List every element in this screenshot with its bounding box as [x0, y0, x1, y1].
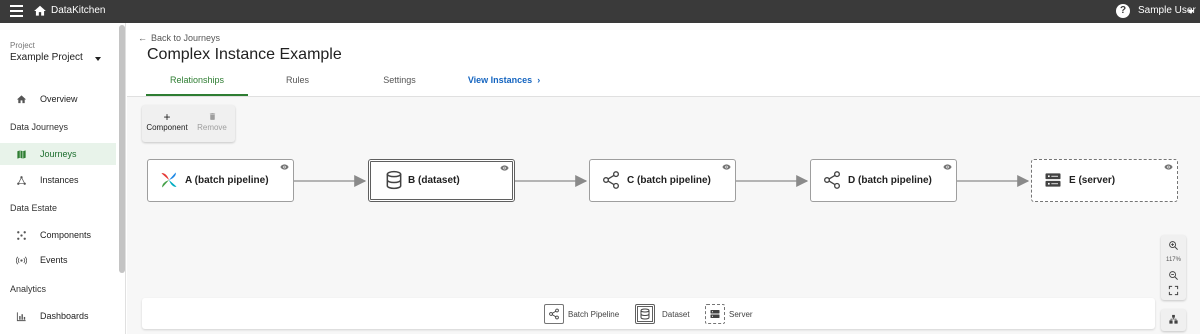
home-icon[interactable] [33, 4, 47, 18]
database-icon [386, 170, 402, 190]
node-label: A (batch pipeline) [185, 175, 269, 186]
server-icon [710, 310, 720, 318]
tab-view-instances[interactable]: View Instances › [459, 75, 549, 95]
eye-icon[interactable] [1164, 164, 1173, 170]
remove-button[interactable]: Remove [190, 111, 234, 132]
help-icon[interactable]: ? [1116, 4, 1130, 18]
instances-icon [17, 176, 26, 185]
view-instances-label: View Instances [467, 75, 533, 85]
components-icon [17, 231, 26, 240]
map-icon [17, 150, 26, 159]
section-data-estate: Data Estate [10, 203, 58, 213]
project-caret-icon[interactable] [95, 57, 101, 61]
sidebar-item-label: Journeys [40, 149, 77, 159]
graph-node-c[interactable]: C (batch pipeline) [589, 159, 736, 202]
legend-dataset-box [635, 304, 655, 324]
zoom-in-icon[interactable] [1168, 240, 1179, 251]
legend-label: Server [729, 310, 753, 319]
sidebar-item-label: Overview [40, 94, 78, 104]
graph-node-a[interactable]: A (batch pipeline) [147, 159, 294, 202]
legend-label: Dataset [662, 310, 690, 319]
node-label: D (batch pipeline) [848, 175, 932, 186]
zoom-out-icon[interactable] [1168, 270, 1179, 281]
eye-icon[interactable] [943, 164, 952, 170]
graph-node-e[interactable]: E (server) [1031, 159, 1178, 202]
sidebar-scrollbar[interactable] [119, 25, 125, 273]
back-to-journeys-link[interactable]: ← Back to Journeys [138, 33, 220, 43]
sidebar-item-label: Dashboards [40, 311, 89, 321]
section-analytics: Analytics [10, 284, 47, 294]
zoom-level: 117% [1166, 257, 1181, 263]
sidebar: Project Example Project Overview Data Jo… [0, 23, 126, 334]
arrow-left-icon: ← [138, 33, 147, 43]
events-icon [16, 256, 27, 265]
legend: Batch Pipeline Dataset Server [142, 298, 1155, 329]
menu-icon[interactable] [10, 5, 23, 17]
add-component-label: Component [146, 123, 188, 132]
user-caret-icon[interactable] [1188, 10, 1194, 14]
sidebar-item-journeys[interactable]: Journeys [0, 143, 116, 165]
graph-node-b[interactable]: B (dataset) [368, 159, 515, 202]
layout-icon [1169, 314, 1178, 324]
back-label: Back to Journeys [151, 33, 221, 43]
server-icon [1045, 173, 1061, 187]
tab-rules[interactable]: Rules [260, 75, 335, 95]
project-label: Project [10, 41, 35, 50]
section-data-journeys: Data Journeys [10, 122, 69, 132]
page-title: Complex Instance Example [147, 46, 342, 63]
auto-layout-button[interactable] [1161, 309, 1186, 331]
airflow-icon [161, 172, 177, 188]
sidebar-item-dashboards[interactable]: Dashboards [0, 305, 116, 327]
sidebar-item-label: Events [40, 255, 68, 265]
graph-node-d[interactable]: D (batch pipeline) [810, 159, 957, 202]
zoom-controls: 117% [1161, 235, 1186, 300]
eye-icon[interactable] [500, 165, 509, 171]
bar-chart-icon [16, 312, 26, 322]
project-selector[interactable]: Example Project [10, 52, 83, 63]
node-label: E (server) [1069, 175, 1116, 186]
sidebar-item-label: Instances [40, 175, 79, 185]
node-label: C (batch pipeline) [627, 175, 711, 186]
brand-name[interactable]: DataKitchen [51, 5, 105, 16]
chevron-right-icon: › [537, 75, 541, 85]
share-icon [549, 308, 559, 320]
add-component-button[interactable]: + Component [145, 111, 189, 132]
home-icon [16, 95, 27, 104]
legend-server-box [705, 304, 725, 324]
top-bar: DataKitchen ? Sample User [0, 0, 1200, 23]
trash-icon [209, 113, 215, 120]
fit-screen-icon[interactable] [1168, 285, 1179, 296]
canvas-toolbar: + Component Remove [142, 105, 235, 142]
legend-batch-pipeline-box [544, 304, 564, 324]
node-label: B (dataset) [408, 175, 460, 186]
legend-label: Batch Pipeline [568, 310, 620, 319]
sidebar-item-instances[interactable]: Instances [0, 169, 116, 191]
share-icon [603, 171, 619, 189]
tab-relationships[interactable]: Relationships [146, 75, 248, 95]
remove-label: Remove [197, 123, 227, 132]
sidebar-item-overview[interactable]: Overview [0, 88, 116, 110]
plus-icon: + [163, 110, 171, 124]
sidebar-item-label: Components [40, 230, 92, 240]
tab-settings[interactable]: Settings [362, 75, 437, 95]
database-icon [640, 308, 650, 320]
eye-icon[interactable] [280, 164, 289, 170]
sidebar-item-events[interactable]: Events [0, 249, 116, 271]
share-icon [824, 171, 840, 189]
sidebar-item-components[interactable]: Components [0, 224, 116, 246]
eye-icon[interactable] [722, 164, 731, 170]
